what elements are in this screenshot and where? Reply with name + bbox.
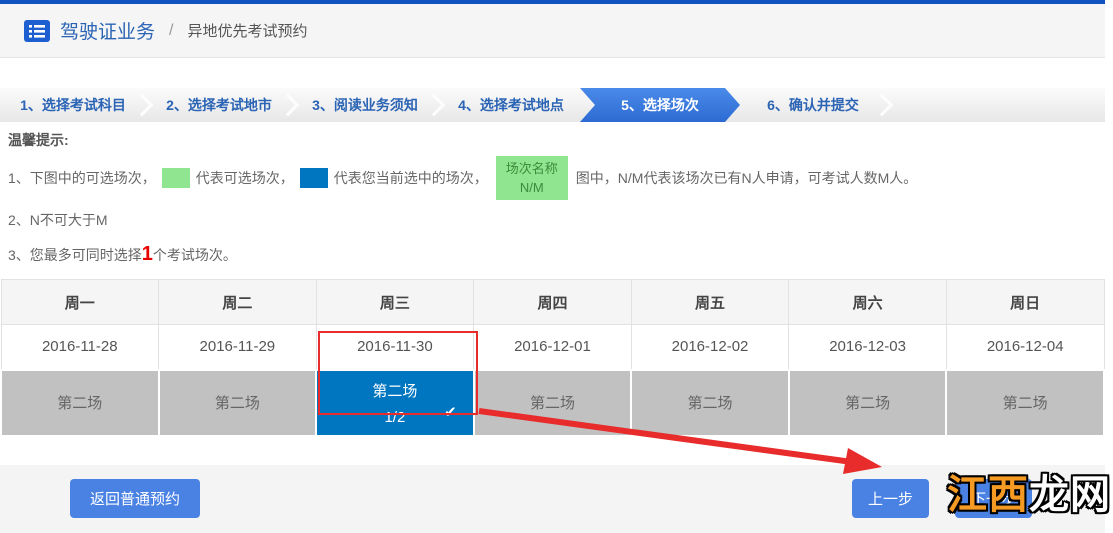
- step-1: 1、选择考试科目: [0, 88, 146, 122]
- tips-section: 温馨提示: 1、下图中的可选场次， 代表可选场次， 代表您当前选中的场次， 场次…: [0, 122, 1105, 265]
- tip3-suffix: 个考试场次。: [153, 247, 237, 263]
- day-header-cell: 周二: [159, 280, 317, 325]
- session-cell[interactable]: 第二场: [946, 370, 1104, 436]
- session-legend-box: 场次名称 N/M: [496, 156, 568, 200]
- step-3: 3、阅读业务须知: [292, 88, 438, 122]
- date-cell: 2016-12-04: [946, 325, 1104, 370]
- day-header-cell: 周三: [316, 280, 474, 325]
- day-header-cell: 周五: [631, 280, 789, 325]
- day-header-cell: 周四: [474, 280, 632, 325]
- breadcrumb-separator: /: [169, 22, 173, 40]
- watermark: 江西龙网: [947, 475, 1111, 515]
- session-cell[interactable]: 第二场: [474, 370, 632, 436]
- tip1-text-a: 1、下图中的可选场次，: [8, 168, 156, 188]
- tip-line-3: 3、您最多可同时选择1个考试场次。: [8, 244, 1097, 265]
- step-5-active: 5、选择场次: [580, 88, 740, 122]
- date-cell: 2016-12-02: [631, 325, 789, 370]
- back-to-normal-booking-button[interactable]: 返回普通预约: [70, 479, 200, 518]
- available-session-swatch: [162, 168, 190, 188]
- watermark-part-white: 龙网: [1029, 473, 1111, 517]
- prev-step-button[interactable]: 上一步: [852, 479, 929, 518]
- date-cell: 2016-12-03: [789, 325, 947, 370]
- session-row: 第二场第二场第二场1/2✔第二场第二场第二场第二场: [1, 370, 1104, 436]
- tip1-text-b: 代表可选场次，: [196, 168, 294, 188]
- list-icon: [24, 20, 50, 42]
- step-4: 4、选择考试地点: [438, 88, 584, 122]
- session-label: 第二场: [2, 392, 158, 413]
- tip-line-1: 1、下图中的可选场次， 代表可选场次， 代表您当前选中的场次， 场次名称 N/M…: [8, 156, 1097, 200]
- tip3-prefix: 3、您最多可同时选择: [8, 247, 142, 263]
- day-header-cell: 周一: [1, 280, 159, 325]
- weekday-header-row: 周一周二周三周四周五周六周日: [1, 280, 1104, 325]
- steps-bar: 1、选择考试科目2、选择考试地市3、阅读业务须知4、选择考试地点5、选择场次6、…: [0, 88, 1105, 122]
- date-row: 2016-11-282016-11-292016-11-302016-12-01…: [1, 325, 1104, 370]
- session-label: 第二场: [790, 392, 946, 413]
- max-select-count: 1: [142, 243, 153, 265]
- session-label: 第二场: [317, 380, 473, 401]
- session-cell[interactable]: 第二场: [159, 370, 317, 436]
- legend-box-title: 场次名称: [496, 159, 568, 179]
- tip1-text-c: 代表您当前选中的场次，: [334, 168, 488, 188]
- check-icon: ✔: [444, 403, 457, 421]
- session-cell-selected[interactable]: 第二场1/2✔: [316, 370, 474, 436]
- legend-box-ratio: N/M: [496, 178, 568, 198]
- selected-session-swatch: [300, 168, 328, 188]
- day-header-cell: 周六: [789, 280, 947, 325]
- watermark-part-orange: 江西: [947, 473, 1029, 517]
- session-label: 第二场: [160, 392, 316, 413]
- breadcrumb-current: 异地优先考试预约: [187, 20, 307, 41]
- session-label: 第二场: [632, 392, 788, 413]
- step-2: 2、选择考试地市: [146, 88, 292, 122]
- date-cell: 2016-12-01: [474, 325, 632, 370]
- page-title: 驾驶证业务: [60, 17, 155, 44]
- date-cell: 2016-11-28: [1, 325, 159, 370]
- steps-bar-filler: [886, 88, 1105, 122]
- tips-title: 温馨提示:: [8, 130, 1097, 150]
- session-cell[interactable]: 第二场: [631, 370, 789, 436]
- session-label: 第二场: [475, 392, 631, 413]
- footer-bar: 返回普通预约 上一步 下一步: [0, 465, 1105, 533]
- session-cell[interactable]: 第二场: [1, 370, 159, 436]
- page-header: 驾驶证业务 / 异地优先考试预约: [0, 4, 1105, 58]
- tip1-text-d: 图中，N/M代表该场次已有N人申请，可考试人数M人。: [576, 168, 917, 188]
- day-header-cell: 周日: [946, 280, 1104, 325]
- date-cell: 2016-11-29: [159, 325, 317, 370]
- page-container: 驾驶证业务 / 异地优先考试预约 1、选择考试科目2、选择考试地市3、阅读业务须…: [0, 0, 1105, 533]
- tip-line-2: 2、N不可大于M: [8, 210, 1097, 230]
- step-6: 6、确认并提交: [740, 88, 886, 122]
- session-label: 第二场: [947, 392, 1103, 413]
- schedule-table: 周一周二周三周四周五周六周日 2016-11-282016-11-292016-…: [0, 279, 1105, 437]
- date-cell: 2016-11-30: [316, 325, 474, 370]
- session-cell[interactable]: 第二场: [789, 370, 947, 436]
